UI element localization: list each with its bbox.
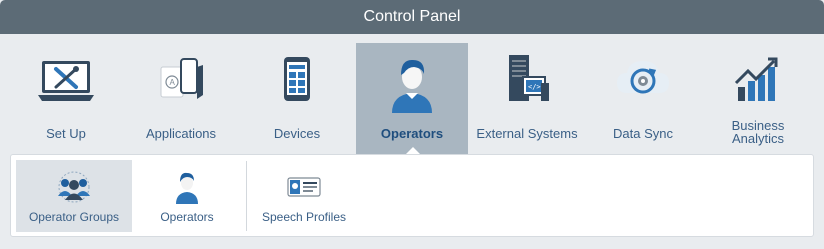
nav-label: Applications xyxy=(145,126,217,141)
svg-text:A: A xyxy=(170,78,176,87)
subnav-divider xyxy=(246,161,247,231)
speech-profile-card-icon xyxy=(287,177,321,197)
server-code-icon: </> xyxy=(509,55,549,101)
nav-label: Devices xyxy=(273,126,321,141)
main-nav: Set Up A Applications Devices Operators … xyxy=(0,34,824,154)
subnav-label: Operator Groups xyxy=(28,210,120,224)
nav-label: Business Analytics xyxy=(702,119,814,145)
nav-item-devices[interactable]: Devices xyxy=(241,43,353,154)
subnav-item-operators[interactable]: Operators xyxy=(137,160,237,232)
nav-label: Set Up xyxy=(46,126,86,141)
nav-item-business-analytics[interactable]: Business Analytics xyxy=(702,43,814,154)
nav-item-external-systems[interactable]: </> External Systems xyxy=(471,43,583,154)
operator-icon xyxy=(176,172,198,204)
svg-text:</>: </> xyxy=(528,83,541,91)
nav-label-line-2: Analytics xyxy=(731,131,785,146)
laptop-tools-icon xyxy=(38,61,94,101)
window-title: Control Panel xyxy=(0,0,824,34)
subnav-item-speech-profiles[interactable]: Speech Profiles xyxy=(253,160,355,232)
nav-item-set-up[interactable]: Set Up xyxy=(10,43,122,154)
subnav-label: Operators xyxy=(160,210,214,224)
control-panel: Control Panel Set Up A Applications Devi… xyxy=(0,0,824,249)
mobile-device-icon xyxy=(284,57,310,101)
nav-item-applications[interactable]: A Applications xyxy=(125,43,237,154)
subnav-item-operator-groups[interactable]: Operator Groups xyxy=(16,160,132,232)
subnav-label: Speech Profiles xyxy=(261,210,347,224)
operator-icon xyxy=(392,59,432,113)
bar-chart-trend-icon xyxy=(734,57,778,101)
nav-label: Data Sync xyxy=(613,126,673,141)
nav-item-data-sync[interactable]: Data Sync xyxy=(587,43,699,154)
nav-item-operators[interactable]: Operators xyxy=(356,43,468,154)
applications-icon: A xyxy=(160,58,203,99)
operator-group-icon xyxy=(58,171,90,203)
nav-label: Operators xyxy=(380,126,444,141)
nav-label: External Systems xyxy=(476,126,578,141)
cloud-sync-icon xyxy=(617,61,669,94)
operators-subnav: Operator Groups Operators Speech Profile… xyxy=(10,154,814,237)
